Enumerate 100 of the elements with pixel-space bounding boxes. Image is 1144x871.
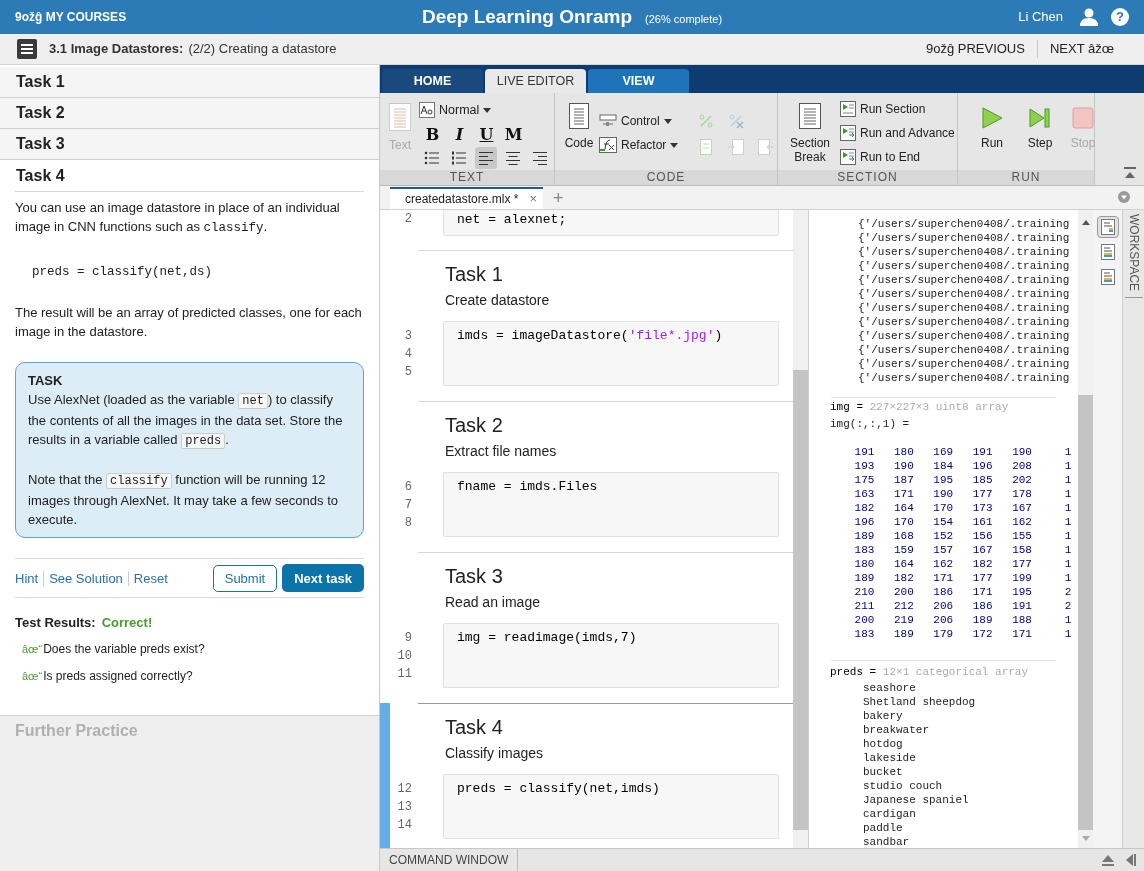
line-number: 5 bbox=[404, 364, 412, 381]
course-title: Deep Learning Onramp bbox=[421, 4, 633, 29]
output-line: Japanese spaniel bbox=[862, 793, 970, 807]
align-center-icon[interactable] bbox=[505, 150, 521, 166]
output-line: {'/users/superchen0408/.training bbox=[857, 231, 1071, 245]
scrollbar[interactable] bbox=[793, 210, 808, 848]
matrix-value: 167 bbox=[971, 543, 994, 557]
previous-link[interactable]: 9ožĝ PREVIOUS bbox=[925, 39, 1037, 59]
group-label: RUN bbox=[958, 170, 1094, 185]
next-task-button[interactable]: Next task bbox=[282, 564, 364, 592]
align-left-icon[interactable] bbox=[478, 150, 494, 166]
matrix-value: 175 bbox=[853, 473, 876, 487]
submit-button[interactable]: Submit bbox=[212, 564, 278, 592]
task-header[interactable]: Task 3 bbox=[0, 129, 379, 160]
workspace-label[interactable]: WORKSPACE bbox=[1124, 214, 1143, 299]
matrix-value: 196 bbox=[853, 515, 876, 529]
output-line: bucket bbox=[862, 765, 904, 779]
code-line: net = alexnet; bbox=[457, 211, 568, 229]
my-courses-link[interactable]: 9ožĝ MY COURSES bbox=[15, 8, 127, 26]
toolstrip-button[interactable]: Control bbox=[599, 109, 679, 133]
matrix-value: 177 bbox=[971, 487, 994, 501]
line-number: 10 bbox=[397, 648, 412, 665]
matrix-value: 1 bbox=[1063, 543, 1073, 557]
matrix-value: 171 bbox=[892, 487, 915, 501]
toolstrip-button[interactable]: Run and Advance bbox=[840, 121, 955, 145]
toolstrip-button[interactable]: Run Section bbox=[840, 97, 955, 121]
action-link[interactable]: Reset bbox=[133, 568, 168, 588]
close-tab-button[interactable]: × bbox=[529, 189, 537, 209]
scrollbar[interactable] bbox=[1078, 210, 1093, 848]
line-number: 14 bbox=[397, 817, 412, 834]
run-to-end-icon bbox=[840, 149, 856, 165]
result-description: The result will be an array of predicted classes, one for each image in the datastore. bbox=[15, 304, 363, 341]
toolstrip-button[interactable]: Refactor bbox=[599, 133, 679, 157]
menu-icon[interactable] bbox=[17, 39, 37, 59]
section-heading: Task 1 bbox=[445, 262, 504, 286]
group-label: TEXT bbox=[380, 170, 554, 185]
matrix-value: 154 bbox=[932, 515, 955, 529]
test-results-label: Test Results: bbox=[15, 614, 96, 632]
section-break-icon bbox=[799, 103, 821, 129]
toolstrip-button[interactable]: Run to End bbox=[840, 145, 955, 169]
minimize-icon[interactable] bbox=[1124, 167, 1136, 179]
action-link[interactable]: See Solution bbox=[49, 568, 123, 588]
output-line: {'/users/superchen0408/.training bbox=[857, 217, 1071, 231]
comment-icon bbox=[698, 113, 715, 129]
numbered-list-icon[interactable] bbox=[451, 150, 467, 166]
format-button[interactable]: U bbox=[473, 126, 500, 144]
action-link[interactable]: Hint bbox=[15, 568, 39, 588]
toolstrip-button[interactable]: Code bbox=[563, 103, 595, 157]
format-button[interactable]: M bbox=[500, 126, 527, 144]
format-button[interactable]: I bbox=[446, 126, 473, 144]
style-dropdown[interactable]: Normal bbox=[419, 100, 548, 120]
matrix-value: 190 bbox=[1011, 445, 1033, 459]
task-instructions: Use AlexNet (loaded as the variable net ) to classify the contents of all the images in the data set. Store the results in a variable called preds . bbox=[28, 391, 344, 451]
document-tab[interactable]: createdatastore.mlx * × bbox=[390, 187, 543, 209]
scroll-up-icon[interactable] bbox=[1081, 220, 1090, 225]
bullet-list-icon[interactable] bbox=[424, 150, 440, 166]
section-heading: Task 3 bbox=[445, 564, 504, 588]
matrix-value: 210 bbox=[853, 585, 876, 599]
output-line: {'/users/superchen0408/.training bbox=[857, 315, 1071, 329]
command-window-tab[interactable]: COMMAND WINDOW bbox=[380, 848, 519, 871]
matrix-value: 189 bbox=[971, 613, 994, 627]
collapse-icon[interactable] bbox=[1126, 854, 1136, 866]
output-line: {'/users/superchen0408/.training bbox=[857, 287, 1071, 301]
matrix-value: 200 bbox=[892, 585, 915, 599]
lesson-title: (2/2) Creating a datastore bbox=[188, 40, 337, 59]
matrix-value: 1 bbox=[1063, 557, 1073, 571]
user-icon[interactable] bbox=[1079, 8, 1099, 26]
eject-icon[interactable] bbox=[1102, 854, 1114, 866]
task-header[interactable]: Task 2 bbox=[0, 98, 379, 129]
ribbon-tab[interactable]: VIEW bbox=[588, 69, 689, 93]
matrix-value: 196 bbox=[971, 459, 994, 473]
line-number: 4 bbox=[404, 346, 412, 363]
output-line: {'/users/superchen0408/.training bbox=[857, 371, 1071, 385]
help-button[interactable]: ? bbox=[1111, 8, 1129, 26]
matrix-value: 167 bbox=[1011, 501, 1033, 515]
matrix-value: 170 bbox=[932, 501, 955, 515]
matrix-value: 189 bbox=[853, 571, 876, 585]
next-link[interactable]: NEXT âžœ bbox=[1037, 39, 1144, 59]
matrix-value: 186 bbox=[932, 585, 955, 599]
dropdown-icon[interactable] bbox=[1118, 191, 1130, 203]
matrix-value: 171 bbox=[971, 585, 994, 599]
matrix-value: 2 bbox=[1063, 585, 1073, 599]
matrix-value: 1 bbox=[1063, 613, 1073, 627]
check-mark: âœ“ bbox=[22, 669, 43, 684]
align-right-icon[interactable] bbox=[532, 150, 548, 166]
toolstrip-button[interactable]: Step bbox=[1020, 107, 1060, 150]
output-line: preds = 12×1 categorical array bbox=[829, 665, 1030, 680]
workspace-panel-icon[interactable] bbox=[1096, 216, 1119, 238]
matrix-value: 163 bbox=[853, 487, 876, 501]
matrix-value: 1 bbox=[1063, 529, 1073, 543]
format-button[interactable]: B bbox=[419, 126, 446, 144]
task-header[interactable]: Task 1 bbox=[0, 67, 379, 98]
outdent-icon bbox=[758, 139, 775, 155]
ribbon-tab[interactable]: LIVE EDITOR bbox=[485, 69, 586, 93]
ribbon-tab[interactable]: HOME bbox=[382, 69, 483, 93]
toolstrip-button[interactable]: Section Break bbox=[784, 103, 836, 169]
check-mark: âœ“ bbox=[22, 642, 43, 657]
task-box-title: TASK bbox=[28, 372, 64, 390]
toolstrip-button[interactable]: Run bbox=[972, 107, 1012, 150]
caret-icon bbox=[663, 118, 672, 124]
